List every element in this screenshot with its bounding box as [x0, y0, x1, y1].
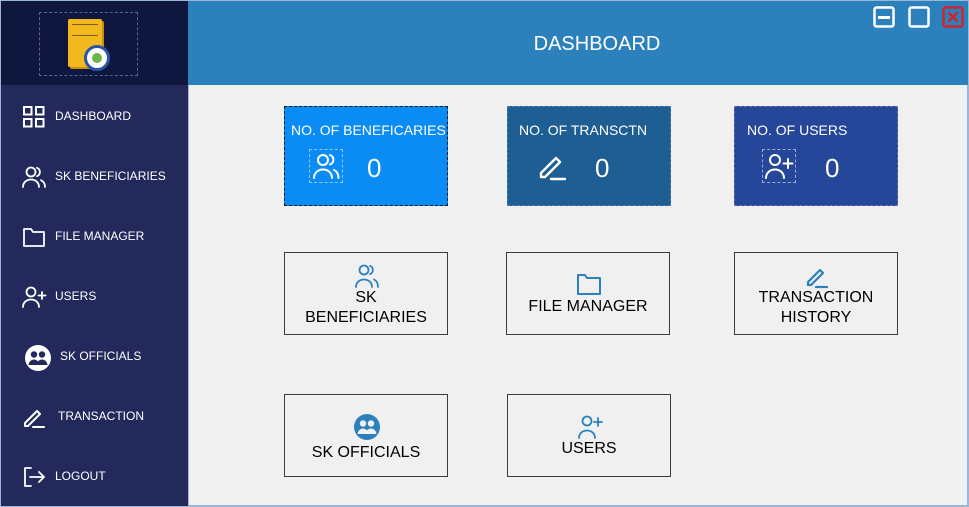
users-icon: [309, 149, 343, 183]
maximize-icon: [908, 6, 930, 28]
officials-icon: [24, 344, 51, 371]
logo-area: [1, 1, 188, 85]
sidebar-item-transaction[interactable]: TRANSACTION: [1, 394, 188, 438]
minimize-icon: [873, 6, 895, 28]
app-window: DASHBOARD SK BENEFICIARIES FILE MANAGER: [0, 0, 969, 507]
stat-title: NO. OF BENEFICARIES: [291, 122, 446, 138]
users-icon: [353, 262, 381, 290]
sidebar-item-users[interactable]: USERS: [1, 274, 188, 318]
file-manager-button[interactable]: FILE MANAGER: [506, 252, 670, 335]
sidebar-item-label: USERS: [55, 289, 97, 303]
header-bar: DASHBOARD: [188, 1, 968, 85]
sidebar-item-label: SK OFFICIALS: [60, 349, 142, 363]
stat-title: NO. OF USERS: [747, 122, 848, 138]
user-plus-icon: [762, 149, 796, 183]
sidebar-item-label: FILE MANAGER: [55, 229, 145, 243]
transaction-history-button[interactable]: TRANSACTION HISTORY: [734, 252, 898, 335]
sidebar: DASHBOARD SK BENEFICIARIES FILE MANAGER: [1, 1, 188, 506]
folder-icon: [575, 270, 603, 298]
tile-label: SK BENEFICIARIES: [305, 289, 427, 326]
sidebar-item-label: DASHBOARD: [55, 109, 132, 123]
page-title: DASHBOARD: [533, 33, 661, 55]
sidebar-item-file-manager[interactable]: FILE MANAGER: [1, 214, 188, 258]
officials-icon: [353, 413, 381, 441]
sidebar-item-label: TRANSACTION: [58, 409, 145, 423]
folder-icon: [21, 224, 47, 250]
sidebar-item-label: SK BENEFICIARIES: [55, 169, 166, 183]
main-content: NO. OF BENEFICARIES 0 NO. OF TRANSCTN 0 …: [188, 85, 968, 506]
users-icon: [21, 164, 47, 190]
sk-logo: [39, 12, 138, 76]
stat-card-users: NO. OF USERS 0: [734, 106, 898, 206]
stat-value: 0: [367, 153, 382, 183]
sk-beneficiaries-button[interactable]: SK BENEFICIARIES: [284, 252, 448, 335]
logo-seal-icon: [84, 45, 110, 71]
sk-officials-button[interactable]: SK OFFICIALS: [284, 394, 448, 477]
sidebar-item-label: LOGOUT: [55, 469, 106, 483]
sidebar-item-sk-officials[interactable]: SK OFFICIALS: [1, 334, 188, 378]
tile-label: SK OFFICIALS: [311, 444, 421, 461]
stat-value: 0: [595, 153, 610, 183]
stat-title: NO. OF TRANSCTN: [519, 122, 648, 138]
user-plus-icon: [576, 413, 604, 441]
grid-icon: [21, 104, 47, 130]
pencil-icon: [21, 404, 47, 430]
tile-label: USERS: [561, 440, 617, 457]
minimize-button[interactable]: [873, 6, 895, 28]
sidebar-item-dashboard[interactable]: DASHBOARD: [1, 94, 188, 138]
logout-icon: [21, 464, 47, 490]
stat-card-transactions: NO. OF TRANSCTN 0: [507, 106, 671, 206]
pencil-icon: [803, 262, 831, 290]
sidebar-item-logout[interactable]: LOGOUT: [1, 454, 188, 498]
tile-label: FILE MANAGER: [528, 298, 648, 315]
sidebar-item-sk-beneficiaries[interactable]: SK BENEFICIARIES: [1, 154, 188, 198]
stat-value: 0: [825, 153, 840, 183]
user-plus-icon: [21, 284, 47, 310]
close-icon: [942, 6, 964, 28]
maximize-button[interactable]: [908, 6, 930, 28]
stat-card-beneficiaries: NO. OF BENEFICARIES 0: [284, 106, 448, 206]
pencil-icon: [535, 149, 569, 183]
tile-label: TRANSACTION HISTORY: [758, 289, 874, 326]
close-button[interactable]: [942, 6, 964, 28]
users-button[interactable]: USERS: [507, 394, 671, 477]
